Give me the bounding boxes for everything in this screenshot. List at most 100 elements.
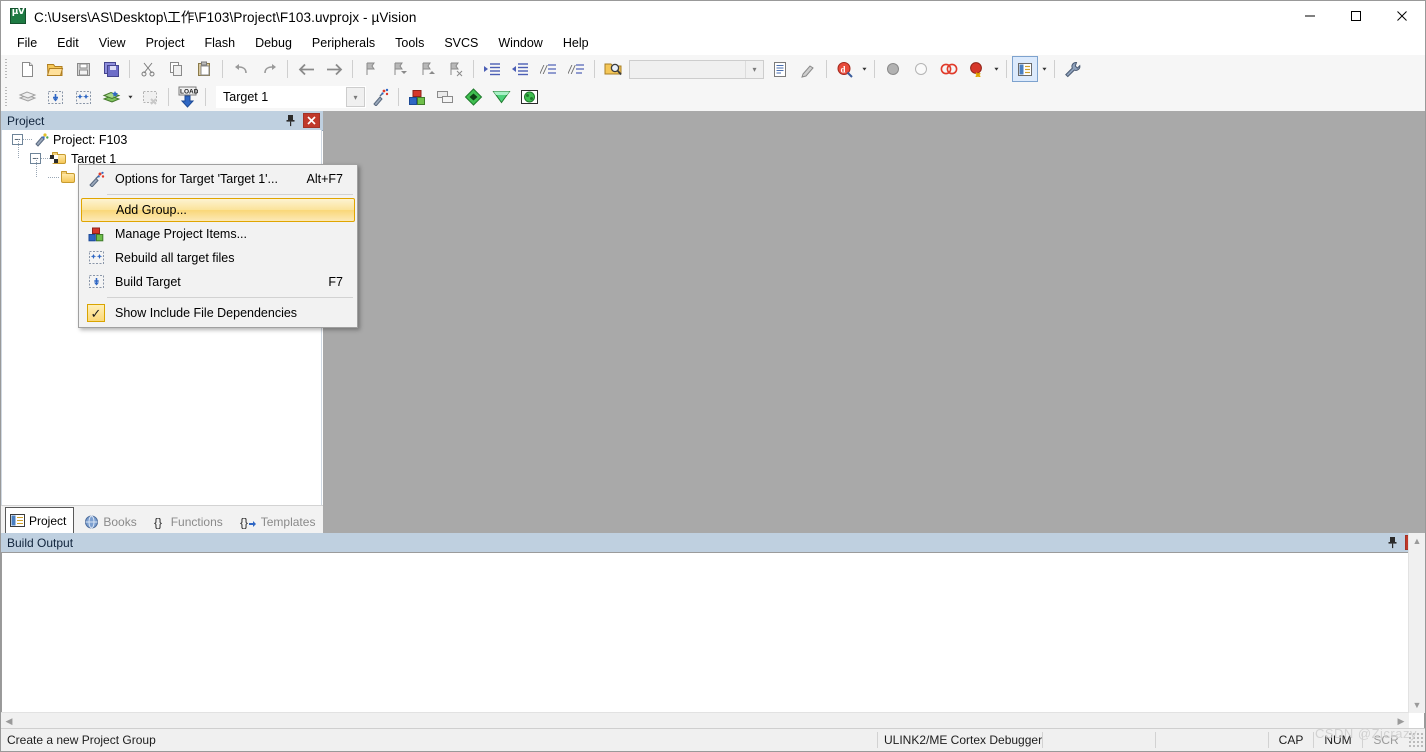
build-output-hscrollbar[interactable]: ◀ ▶ (1, 712, 1409, 729)
build-icon[interactable] (42, 84, 68, 110)
menu-view[interactable]: View (90, 33, 135, 53)
project-icon (33, 132, 49, 147)
close-button[interactable] (1379, 1, 1425, 31)
menu-window[interactable]: Window (489, 33, 551, 53)
menu-peripherals[interactable]: Peripherals (303, 33, 384, 53)
uncomment-icon[interactable]: // (563, 56, 589, 82)
bookmark-next-icon[interactable] (414, 56, 440, 82)
options-for-target-icon[interactable] (367, 84, 393, 110)
breakpoint-set-icon[interactable] (880, 56, 906, 82)
open-file-icon[interactable] (42, 56, 68, 82)
ctx-build-target[interactable]: Build Target F7 (81, 270, 355, 294)
menu-file[interactable]: File (8, 33, 46, 53)
navigate-back-icon[interactable] (293, 56, 319, 82)
project-context-menu[interactable]: Options for Target 'Target 1'... Alt+F7 … (78, 164, 358, 328)
redo-icon[interactable] (256, 56, 282, 82)
pin-icon[interactable] (282, 112, 298, 129)
status-bar: Create a new Project Group ULINK2/ME Cor… (1, 728, 1425, 751)
save-all-icon[interactable] (98, 56, 124, 82)
batch-build-icon[interactable] (98, 84, 124, 110)
breakpoint-disable-icon[interactable] (936, 56, 962, 82)
breakpoint-dropdown-icon[interactable] (991, 57, 1002, 81)
configure-icon[interactable] (1060, 56, 1086, 82)
scroll-down-icon[interactable]: ▼ (1409, 697, 1425, 713)
menu-svcs[interactable]: SVCS (435, 33, 487, 53)
tab-functions[interactable]: {} Functions (150, 510, 230, 533)
build-output-title: Build Output (7, 535, 74, 550)
new-file-icon[interactable] (14, 56, 40, 82)
bookmark-toggle-icon[interactable] (358, 56, 384, 82)
window-layout-dropdown-icon[interactable] (1039, 57, 1050, 81)
insert-template-icon[interactable] (795, 56, 821, 82)
scroll-up-icon[interactable]: ▲ (1409, 533, 1425, 549)
toolbar-grip[interactable] (3, 87, 10, 107)
window-layout-icon[interactable] (1012, 56, 1038, 82)
debug-query-icon[interactable]: d (832, 56, 858, 82)
build-output-titlebar: Build Output (1, 533, 1425, 553)
software-packs-icon[interactable] (516, 84, 542, 110)
scroll-right-icon[interactable]: ▶ (1393, 713, 1409, 729)
manage-multi-project-icon[interactable] (432, 84, 458, 110)
checkbox-checked-icon[interactable]: ✓ (85, 302, 107, 324)
outdent-icon[interactable] (507, 56, 533, 82)
tab-templates[interactable]: {} Templates (236, 510, 323, 533)
ctx-add-group[interactable]: Add Group... (81, 198, 355, 222)
cut-icon[interactable] (135, 56, 161, 82)
menu-debug[interactable]: Debug (246, 33, 301, 53)
manage-project-items-icon[interactable] (404, 84, 430, 110)
toolbar-separator (594, 60, 595, 78)
copy-icon[interactable] (163, 56, 189, 82)
batch-build-dropdown-icon[interactable] (125, 85, 136, 109)
tab-books[interactable]: Books (80, 510, 143, 533)
download-to-flash-icon[interactable]: LOAD (174, 84, 200, 110)
tab-project[interactable]: Project (5, 507, 75, 533)
pack-installer-icon[interactable] (460, 84, 486, 110)
close-icon[interactable] (303, 113, 320, 128)
bookmark-clear-icon[interactable] (442, 56, 468, 82)
ctx-show-include-file-dependencies[interactable]: ✓ Show Include File Dependencies (81, 301, 355, 325)
ctx-rebuild-all-target-files[interactable]: Rebuild all target files (81, 246, 355, 270)
pin-icon[interactable] (1384, 534, 1400, 551)
project-tab-icon (10, 513, 25, 528)
resize-grip-icon[interactable] (1409, 733, 1423, 747)
breakpoint-clear-icon[interactable] (908, 56, 934, 82)
undo-icon[interactable] (228, 56, 254, 82)
templates-tab-icon: {} (240, 515, 257, 529)
ctx-item-label: Options for Target 'Target 1'... (115, 172, 278, 186)
editor-area[interactable] (323, 111, 1425, 533)
chevron-down-icon[interactable] (745, 60, 763, 78)
navigate-forward-icon[interactable] (321, 56, 347, 82)
menu-project[interactable]: Project (137, 33, 194, 53)
debug-query-dropdown-icon[interactable] (859, 57, 870, 81)
rebuild-all-icon[interactable] (70, 84, 96, 110)
chevron-down-icon[interactable] (346, 87, 365, 107)
translate-icon[interactable] (14, 84, 40, 110)
bookmark-prev-icon[interactable] (386, 56, 412, 82)
comment-icon[interactable]: // (535, 56, 561, 82)
find-in-files-icon[interactable] (600, 56, 626, 82)
target-select[interactable]: Target 1 (216, 86, 366, 108)
find-next-icon[interactable] (767, 56, 793, 82)
ctx-manage-project-items[interactable]: Manage Project Items... (81, 222, 355, 246)
stop-build-icon[interactable] (137, 84, 163, 110)
minimize-button[interactable] (1287, 1, 1333, 31)
build-output-text[interactable] (1, 552, 1425, 729)
indent-icon[interactable] (479, 56, 505, 82)
maximize-button[interactable] (1333, 1, 1379, 31)
ctx-options-for-target[interactable]: Options for Target 'Target 1'... Alt+F7 (81, 167, 355, 191)
menu-edit[interactable]: Edit (48, 33, 88, 53)
manage-run-time-env-icon[interactable] (488, 84, 514, 110)
uvision-window: C:\Users\AS\Desktop\工作\F103\Project\F103… (0, 0, 1426, 752)
find-combo-box[interactable] (629, 59, 764, 79)
build-output-vscrollbar[interactable]: ▲ ▼ (1408, 533, 1425, 713)
scroll-left-icon[interactable]: ◀ (1, 713, 17, 729)
breakpoint-kill-all-icon[interactable] (964, 56, 990, 82)
toolbar-grip[interactable] (3, 59, 10, 79)
tree-item-project[interactable]: − Project: F103 (2, 130, 321, 149)
menu-tools[interactable]: Tools (386, 33, 433, 53)
ctx-item-label: Add Group... (116, 203, 187, 217)
save-icon[interactable] (70, 56, 96, 82)
menu-help[interactable]: Help (554, 33, 598, 53)
paste-icon[interactable] (191, 56, 217, 82)
menu-flash[interactable]: Flash (195, 33, 244, 53)
